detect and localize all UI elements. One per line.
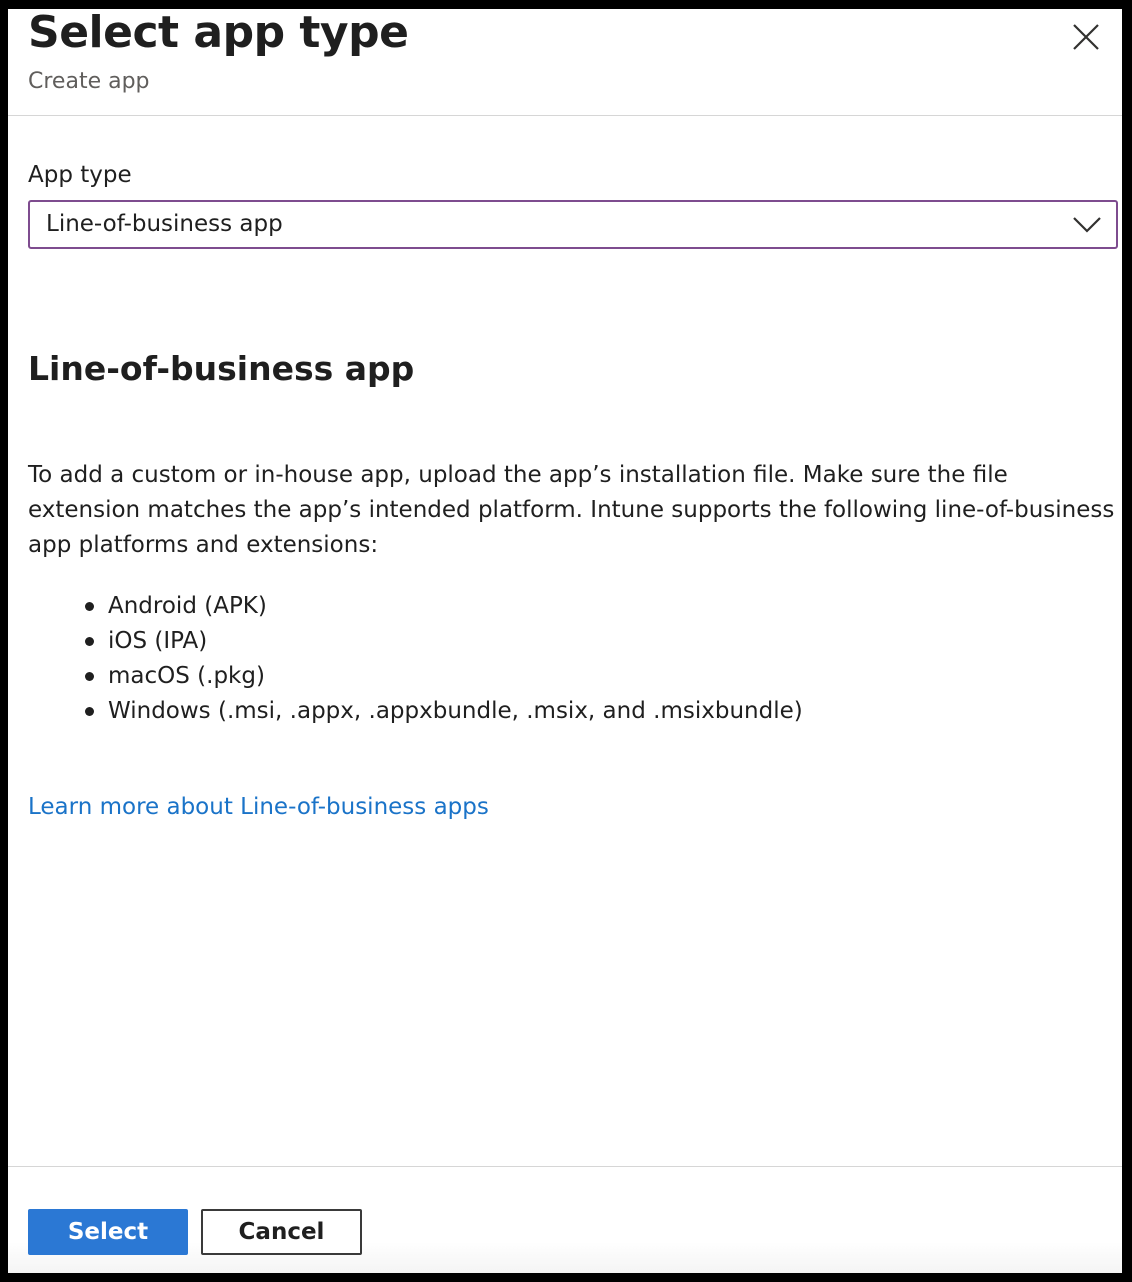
page-title: Select app type <box>28 9 409 58</box>
app-type-selected-value: Line-of-business app <box>46 211 283 237</box>
platform-ios: iOS (IPA) <box>108 628 208 654</box>
description-text: To add a custom or in-house app, upload … <box>28 462 1115 558</box>
learn-more-link[interactable]: Learn more about Line-of-business apps <box>28 791 489 823</box>
chevron-down-icon <box>1073 217 1101 233</box>
page-subtitle: Create app <box>28 69 150 94</box>
list-item: Windows (.msi, .appx, .appxbundle, .msix… <box>28 694 803 729</box>
select-button[interactable]: Select <box>28 1209 188 1255</box>
platform-list: Android (APK) iOS (IPA) macOS (.pkg) Win… <box>28 589 803 729</box>
close-icon <box>1073 24 1099 50</box>
platform-macos: macOS (.pkg) <box>108 663 265 689</box>
list-item: Android (APK) <box>28 589 803 624</box>
list-item: macOS (.pkg) <box>28 659 803 694</box>
list-item: iOS (IPA) <box>28 624 803 659</box>
platform-windows: Windows (.msi, .appx, .appxbundle, .msix… <box>108 698 803 724</box>
close-button[interactable] <box>1068 19 1104 55</box>
bullet-icon <box>85 637 94 646</box>
bullet-icon <box>85 672 94 681</box>
panel-header: Select app type Create app <box>8 9 1122 116</box>
app-type-label: App type <box>28 162 132 188</box>
section-heading: Line-of-business app <box>28 349 415 388</box>
panel-footer: Select Cancel <box>8 1166 1122 1273</box>
cancel-button[interactable]: Cancel <box>201 1209 362 1255</box>
bullet-icon <box>85 707 94 716</box>
platform-android: Android (APK) <box>108 593 267 619</box>
bullet-icon <box>85 602 94 611</box>
select-app-type-panel: Select app type Create app App type Line… <box>8 9 1122 1273</box>
app-type-dropdown[interactable]: Line-of-business app <box>28 200 1118 249</box>
